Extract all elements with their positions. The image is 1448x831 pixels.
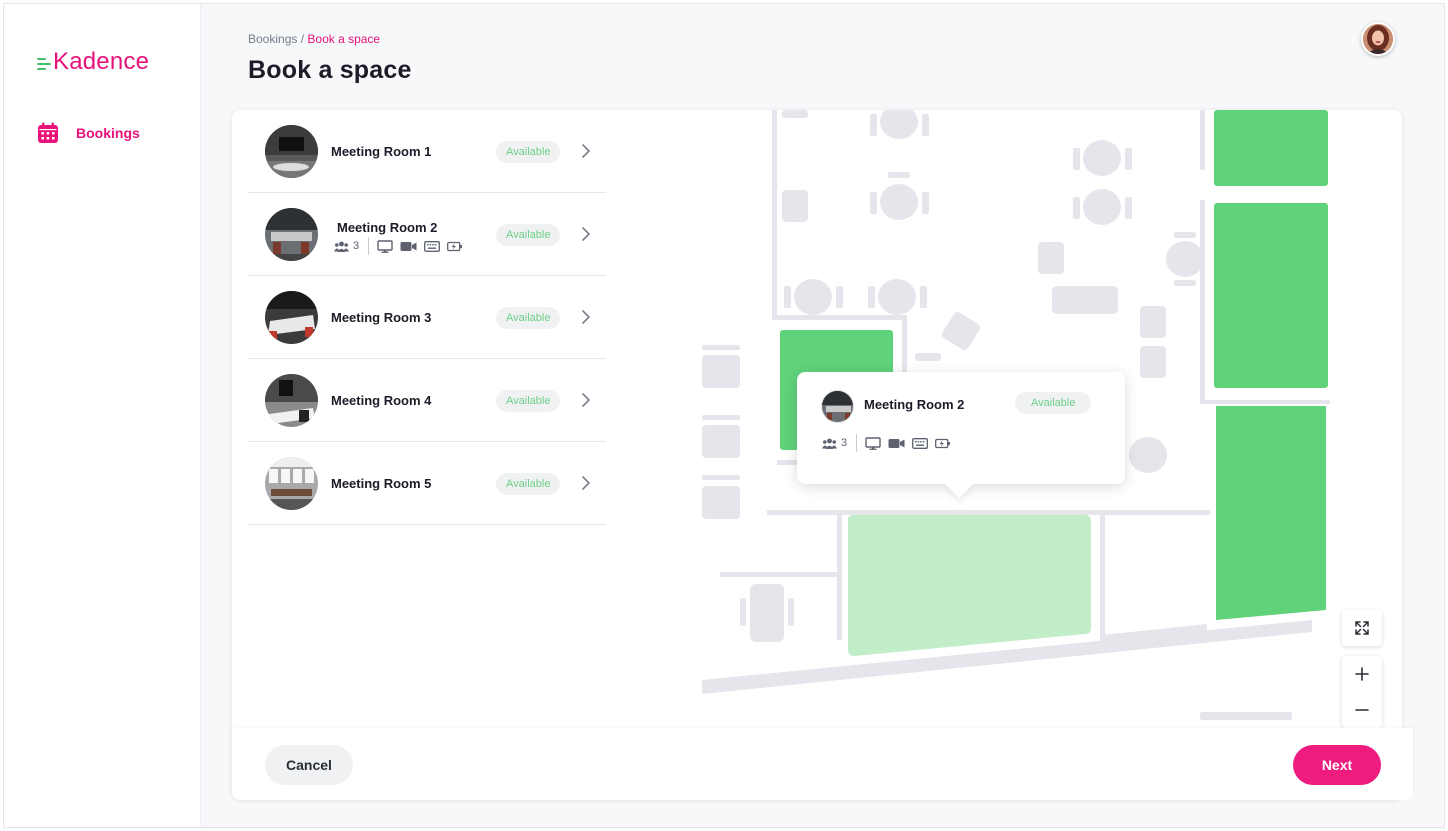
zoom-out-button[interactable] (1342, 692, 1382, 728)
room-thumbnail (265, 208, 318, 261)
floor-plan-map[interactable]: Meeting Room 2 Available 3 (702, 110, 1402, 730)
amenity-divider (368, 237, 370, 255)
status-badge: Available (496, 141, 561, 163)
monitor-icon (865, 436, 881, 450)
room-list: Meeting Room 1 Available Meeting Room 2 … (248, 110, 606, 525)
room-thumbnail (265, 457, 318, 510)
avatar-image (1363, 24, 1393, 54)
monitor-icon (377, 239, 393, 253)
kadence-logo[interactable]: Kadence (37, 48, 149, 76)
room-capacity: 3 (353, 240, 360, 252)
room-row-5[interactable]: Meeting Room 5 Available (248, 442, 606, 525)
room-amenities: 3 (334, 237, 470, 255)
room-name: Meeting Room 1 (331, 144, 432, 159)
room-row-3[interactable]: Meeting Room 3 Available (248, 276, 606, 359)
cancel-button[interactable]: Cancel (265, 745, 353, 785)
video-camera-icon (400, 241, 417, 251)
fullscreen-control (1342, 610, 1382, 646)
fullscreen-button[interactable] (1342, 610, 1382, 646)
app-window: Kadence Bookings Bookings / Book a space… (3, 3, 1445, 828)
status-badge: Available (496, 224, 561, 246)
action-footer: Cancel Next (232, 728, 1413, 800)
zoom-out-icon (1355, 709, 1369, 711)
next-button[interactable]: Next (1293, 745, 1381, 785)
charging-icon (447, 241, 463, 251)
popup-status-badge: Available (1015, 392, 1092, 414)
room-row-4[interactable]: Meeting Room 4 Available (248, 359, 606, 442)
sidebar-item-label: Bookings (76, 125, 140, 141)
popup-capacity: 3 (841, 437, 848, 449)
zoom-control (1342, 656, 1382, 728)
page-title: Book a space (248, 56, 412, 84)
chevron-right-icon (582, 310, 591, 324)
fullscreen-icon (1355, 621, 1369, 635)
calendar-icon (38, 122, 58, 143)
people-icon (822, 438, 837, 449)
room-row-1[interactable]: Meeting Room 1 Available (248, 110, 606, 193)
room-thumbnail (265, 374, 318, 427)
room-name: Meeting Room 3 (331, 310, 432, 325)
room-row-2[interactable]: Meeting Room 2 3 Available (248, 193, 606, 276)
room-thumbnail (265, 125, 318, 178)
status-badge: Available (496, 390, 561, 412)
booking-card: Meeting Room 1 Available Meeting Room 2 … (232, 110, 1402, 800)
breadcrumb-separator: / (297, 32, 308, 46)
logo-bars-icon (37, 57, 51, 71)
popup-room-thumbnail (821, 390, 854, 423)
video-camera-icon (888, 438, 905, 448)
room-thumbnail (265, 291, 318, 344)
room-name: Meeting Room 5 (331, 476, 432, 491)
zoom-in-button[interactable] (1342, 656, 1382, 692)
breadcrumb-parent[interactable]: Bookings (248, 32, 297, 46)
room-name: Meeting Room 2 (337, 220, 438, 235)
amenity-divider (856, 434, 858, 452)
chevron-right-icon (582, 227, 591, 241)
sidebar-item-bookings[interactable]: Bookings (37, 122, 140, 144)
room-name: Meeting Room 4 (331, 393, 432, 408)
zoom-in-icon (1355, 667, 1369, 681)
breadcrumb: Bookings / Book a space (248, 32, 380, 46)
chevron-right-icon (582, 144, 591, 158)
people-icon (334, 241, 349, 252)
keyboard-icon (424, 240, 441, 252)
status-badge: Available (496, 307, 561, 329)
keyboard-icon (912, 437, 929, 449)
user-avatar[interactable] (1361, 22, 1395, 56)
breadcrumb-current: Book a space (307, 32, 381, 46)
status-badge: Available (496, 473, 561, 495)
chevron-right-icon (582, 476, 591, 490)
popup-room-name: Meeting Room 2 (864, 397, 965, 412)
room-popup[interactable]: Meeting Room 2 Available 3 (797, 372, 1125, 484)
charging-icon (935, 438, 951, 448)
chevron-right-icon (582, 393, 591, 407)
logo-text: Kadence (53, 48, 150, 75)
popup-amenities: 3 (822, 434, 958, 452)
sidebar: Kadence Bookings (4, 4, 201, 827)
